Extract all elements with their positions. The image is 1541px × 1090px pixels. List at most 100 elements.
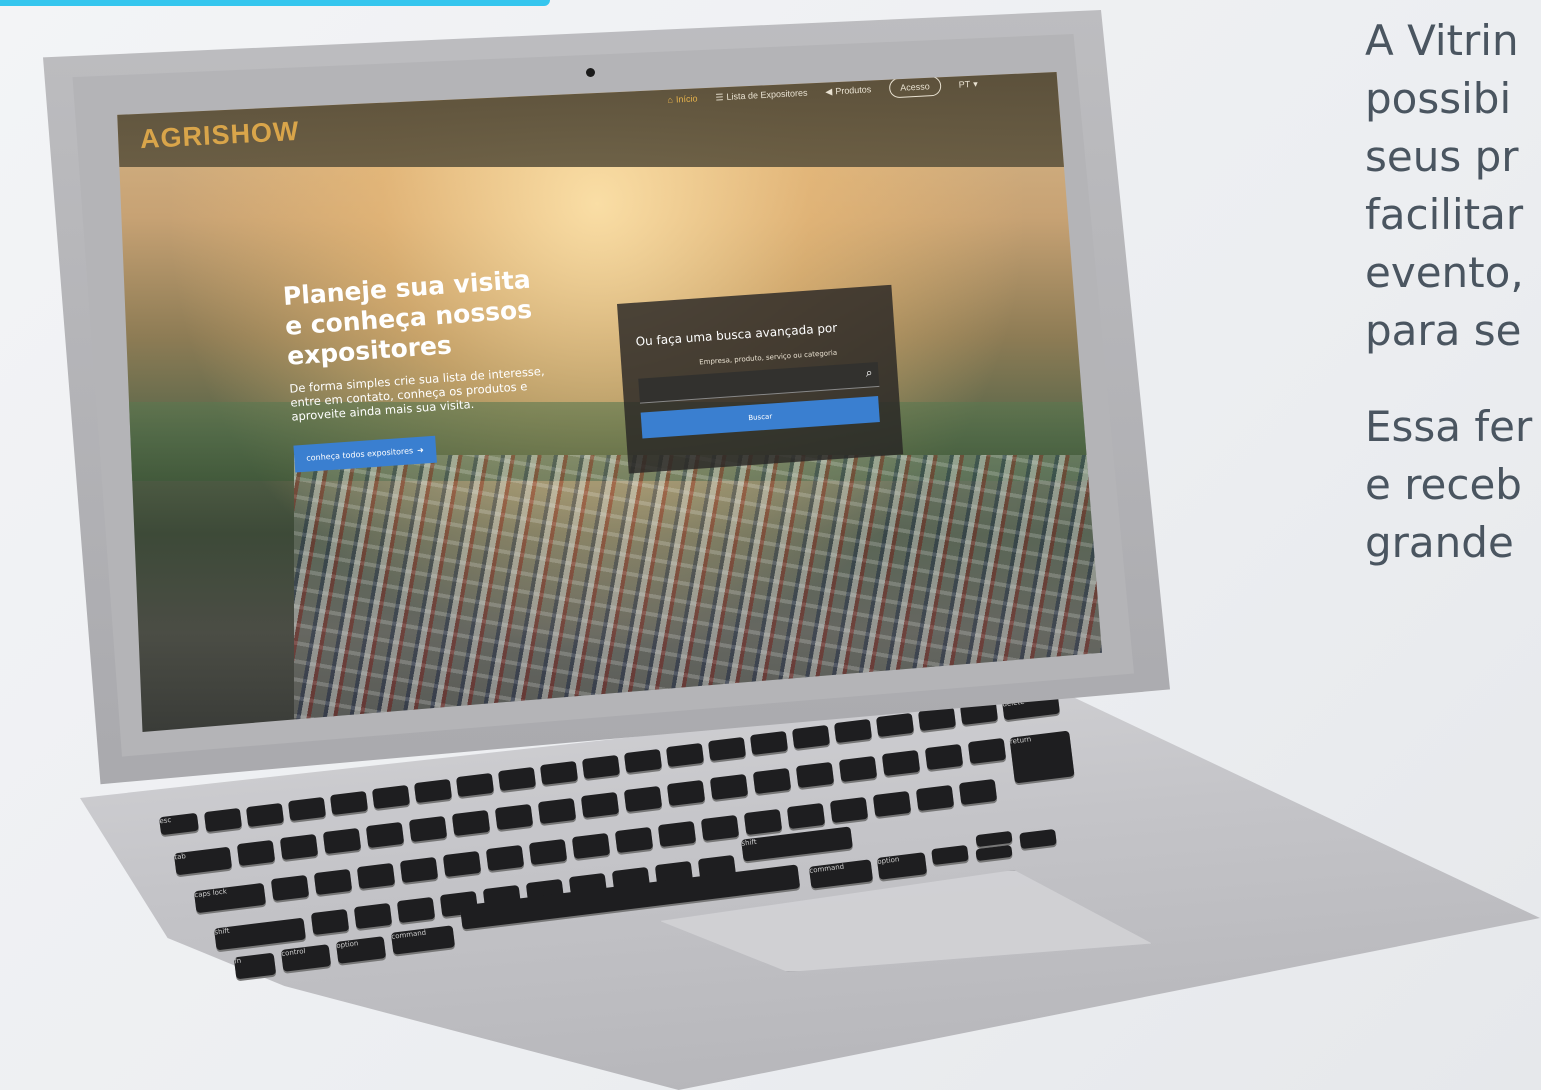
search-subtitle: Empresa, produto, serviço ou categoria (698, 348, 838, 367)
key-label: option (335, 939, 359, 950)
key (203, 807, 243, 833)
key-label: fn (233, 956, 242, 966)
key-label: command (808, 862, 845, 875)
key (313, 868, 353, 896)
key-shift-left: shift (213, 917, 307, 951)
key-label: return (1009, 735, 1032, 746)
key (881, 749, 921, 777)
key (709, 773, 749, 801)
site-logo[interactable]: AGRISHOW (139, 116, 300, 155)
tag-icon: ◀ (825, 85, 833, 97)
key-caps-lock: caps lock (193, 882, 267, 914)
key (408, 815, 448, 843)
key-arrow-left (931, 844, 969, 866)
language-select[interactable]: PT ▾ (958, 78, 978, 90)
key (581, 754, 621, 780)
key (924, 743, 964, 771)
key (399, 856, 439, 884)
key (743, 808, 783, 836)
key (442, 850, 482, 878)
key (875, 712, 915, 738)
key (451, 809, 491, 837)
key-arrow-down (975, 844, 1013, 862)
nav-item-exhibitors[interactable]: ☰ Lista de Expositores (715, 87, 808, 103)
key (497, 766, 537, 792)
camera-icon (586, 68, 595, 77)
key (838, 755, 878, 783)
key (279, 833, 319, 861)
key (915, 784, 955, 812)
key (455, 772, 495, 798)
search-icon[interactable]: ⌕ (865, 365, 873, 380)
key (665, 742, 705, 768)
key (707, 736, 747, 762)
key-command-left: command (390, 925, 456, 955)
key (365, 821, 405, 849)
key-label: shift (741, 837, 758, 848)
key (666, 779, 706, 807)
home-icon: ⌂ (667, 94, 674, 105)
key (829, 796, 869, 824)
key (413, 778, 453, 804)
search-button[interactable]: Buscar (640, 396, 880, 439)
key (657, 820, 697, 848)
key (356, 862, 396, 890)
key (833, 718, 873, 744)
nav-item-products[interactable]: ◀ Produtos (825, 84, 871, 97)
key-label: option (876, 855, 900, 866)
nav-products-label: Produtos (835, 84, 872, 97)
arrow-right-icon: ➜ (416, 445, 425, 455)
key (623, 785, 663, 813)
search-input[interactable]: ⌕ (638, 361, 880, 404)
laptop-illustration: esc delete tab (0, 0, 1541, 1090)
key-label: shift (213, 926, 230, 937)
key (353, 902, 393, 930)
key (614, 826, 654, 854)
key-arrow-right (1019, 828, 1057, 850)
key-label: esc (159, 815, 172, 826)
key (537, 797, 577, 825)
key (958, 778, 998, 806)
key (528, 838, 568, 866)
key (623, 748, 663, 774)
key-command-right: command (808, 859, 874, 889)
key (245, 802, 285, 828)
key-control: control (280, 944, 332, 972)
key (310, 908, 350, 936)
key (287, 796, 327, 822)
key (749, 730, 789, 756)
key-option-right: option (876, 852, 928, 880)
key (396, 896, 436, 924)
key (494, 803, 534, 831)
key (571, 832, 611, 860)
nav-exhibitors-label: Lista de Expositores (726, 87, 808, 102)
key (236, 839, 276, 867)
key (795, 761, 835, 789)
advanced-search-panel: Ou faça uma busca avançada por Empresa, … (617, 284, 904, 474)
chevron-down-icon: ▾ (972, 78, 978, 89)
laptop-screen: AGRISHOW ⌂ Início ☰ Lista de Expositores… (117, 72, 1102, 732)
search-title: Ou faça uma busca avançada por (635, 320, 838, 349)
key (270, 874, 310, 902)
view-exhibitors-label: conheça todos expositores (306, 446, 414, 463)
key (786, 802, 826, 830)
hero-section: Planeje sua visita e conheça nossos expo… (282, 263, 565, 473)
nav-item-home[interactable]: ⌂ Início (667, 93, 697, 105)
access-label: Acesso (899, 81, 930, 93)
key (485, 844, 525, 872)
key-label: caps lock (193, 887, 228, 900)
key-return: return (1009, 730, 1075, 784)
key (700, 814, 740, 842)
key-label: command (390, 928, 427, 941)
key (580, 791, 620, 819)
key (322, 827, 362, 855)
key-esc: esc (159, 812, 199, 836)
nav-home-label: Início (675, 93, 698, 105)
hero-title: Planeje sua visita e conheça nossos expo… (282, 264, 533, 371)
key (791, 724, 831, 750)
list-icon: ☰ (715, 91, 724, 102)
key (872, 790, 912, 818)
key (371, 784, 411, 810)
key-option-left: option (335, 936, 387, 964)
language-label: PT (958, 79, 971, 90)
